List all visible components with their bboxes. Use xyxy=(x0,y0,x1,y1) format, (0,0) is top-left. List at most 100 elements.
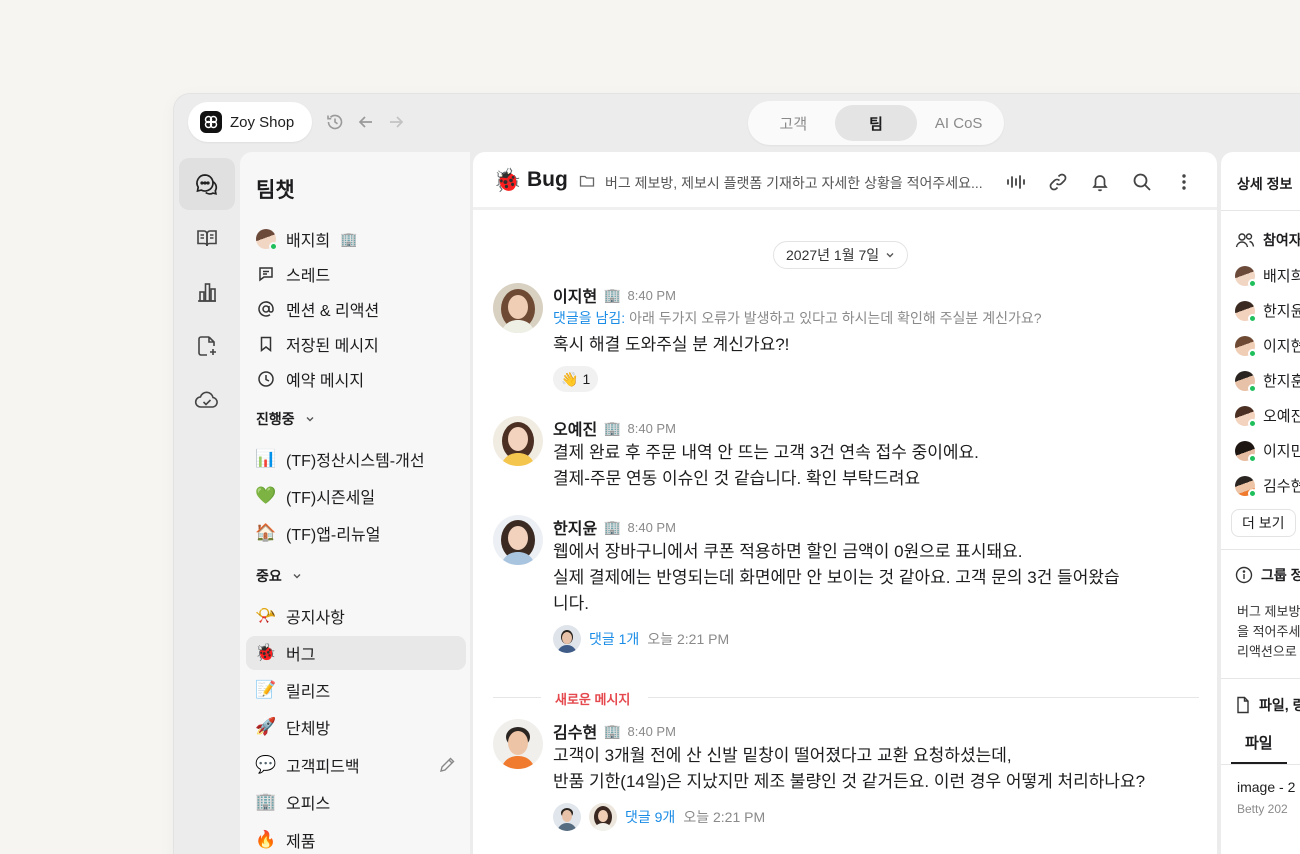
history-icon[interactable] xyxy=(325,112,345,132)
sidebar-title: 팀챗 xyxy=(256,179,295,202)
message[interactable]: 김수현 🏢 8:40 PM 고객이 3개월 전에 산 신발 밑창이 떨어졌다고 … xyxy=(493,719,1197,839)
file-name[interactable]: image - 2 xyxy=(1237,777,1295,797)
avatar[interactable] xyxy=(493,416,543,466)
message-text: 웹에서 장바구니에서 쿠폰 적용하면 할인 금액이 0원으로 표시돼요. xyxy=(553,542,1023,561)
message-text: 고객이 3개월 전에 산 신발 밑창이 떨어졌다고 교환 요청하셨는데, xyxy=(553,746,1012,765)
message[interactable]: 한지윤 🏢 8:40 PM 웹에서 장바구니에서 쿠폰 적용하면 할인 금액이 … xyxy=(493,515,1197,665)
sidebar-item-channel-bug[interactable]: 🐞 버그 xyxy=(246,636,466,670)
memo-icon: 📝 xyxy=(255,680,277,699)
avatar[interactable] xyxy=(493,515,543,565)
author-name[interactable]: 김수현 xyxy=(553,719,597,743)
sidebar-item-channel[interactable]: 📝 릴리즈 xyxy=(246,673,466,707)
avatar[interactable] xyxy=(493,283,543,333)
forward-arrow-icon[interactable] xyxy=(386,112,406,132)
message-text: 반품 기한(14일)은 지났지만 제조 불량인 것 같거든요. 이런 경우 어떻… xyxy=(553,772,1146,791)
participant-row[interactable]: 김수현 xyxy=(1235,475,1300,498)
rail-docs-button[interactable] xyxy=(179,212,235,264)
sidebar-item-channel[interactable]: 💬 고객피드백 xyxy=(246,748,466,782)
reply-context[interactable]: 댓글을 남김: 아래 두가지 오류가 발생하고 있다고 하시는데 확인해 주실분… xyxy=(553,307,1197,329)
sidebar-item-channel[interactable]: 🔥 제품 xyxy=(246,823,466,854)
sidebar-item-channel[interactable]: 🏢 오피스 xyxy=(246,785,466,819)
participant-row[interactable]: 이지민 xyxy=(1235,440,1300,463)
section-important[interactable]: 중요 xyxy=(256,566,302,586)
message[interactable]: 이지현 🏢 8:40 PM 댓글을 남김: 아래 두가지 오류가 발생하고 있다… xyxy=(493,283,1197,393)
sidebar-item-channel[interactable]: 📊 (TF)정산시스템-개선 xyxy=(246,442,466,476)
online-status-dot xyxy=(1248,278,1257,288)
chevron-down-icon xyxy=(886,253,894,258)
show-more-button[interactable]: 더 보기 xyxy=(1231,509,1296,537)
office-icon: 🏢 xyxy=(603,419,622,436)
author-name[interactable]: 이지현 xyxy=(553,283,597,307)
participant-row[interactable]: 오예진 xyxy=(1235,405,1300,428)
avatar xyxy=(1235,405,1257,428)
speech-bubble-icon: 💬 xyxy=(255,755,277,774)
rail-cloud-button[interactable] xyxy=(179,374,235,426)
divider xyxy=(1221,764,1300,765)
participant-name: 이지현 xyxy=(1263,338,1300,355)
sidebar-item-threads[interactable]: 스레드 xyxy=(246,257,466,291)
sidebar-item-channel[interactable]: 🚀 단체방 xyxy=(246,710,466,744)
avatar[interactable] xyxy=(493,719,543,769)
house-icon: 🏠 xyxy=(255,523,277,542)
tab-files[interactable]: 파일 xyxy=(1245,732,1273,753)
tab-customer[interactable]: 고객 xyxy=(752,105,835,141)
avatar xyxy=(1235,300,1257,323)
search-icon[interactable] xyxy=(1131,171,1153,193)
reply-count[interactable]: 댓글 9개 xyxy=(625,807,675,827)
group-description: 리액션으로 xyxy=(1237,644,1297,659)
sidebar-item-channel[interactable]: 📯 공지사항 xyxy=(246,599,466,633)
sidebar-item-saved[interactable]: 저장된 메시지 xyxy=(246,327,466,361)
reaction-chip[interactable]: 👋 1 xyxy=(553,366,599,392)
channel-description[interactable]: 버그 제보방, 제보시 플랫폼 기재하고 자세한 상황을 적어주세요... xyxy=(605,173,983,193)
sidebar-item-channel[interactable]: 💚 (TF)시즌세일 xyxy=(246,479,466,513)
clock-icon xyxy=(256,369,276,389)
sidebar-item-channel[interactable]: 🏠 (TF)앱-리뉴얼 xyxy=(246,516,466,550)
people-icon xyxy=(1235,233,1255,248)
author-name[interactable]: 오예진 xyxy=(553,416,597,440)
tab-ai-cos[interactable]: AI CoS xyxy=(917,105,1000,141)
rail-chat-button[interactable] xyxy=(179,158,235,210)
new-messages-divider: 새로운 메시지 xyxy=(493,687,1199,707)
author-name[interactable]: 한지윤 xyxy=(553,515,597,539)
audio-waveform-icon[interactable] xyxy=(1005,171,1027,193)
participant-name: 김수현 xyxy=(1263,478,1300,495)
tab-team[interactable]: 팀 xyxy=(834,105,918,141)
reply-count[interactable]: 댓글 1개 xyxy=(589,629,639,649)
detail-title: 상세 정보 xyxy=(1237,176,1293,192)
workspace-switcher[interactable]: Zoy Shop xyxy=(188,102,312,142)
sidebar-item-scheduled[interactable]: 예약 메시지 xyxy=(246,362,466,396)
rail-files-button[interactable] xyxy=(179,320,235,372)
back-arrow-icon[interactable] xyxy=(356,112,376,132)
section-in-progress[interactable]: 진행중 xyxy=(256,409,315,429)
sidebar-item-mentions[interactable]: 멘션 & 리액션 xyxy=(246,292,466,326)
avatar xyxy=(589,803,617,831)
participants-header[interactable]: 참여자 xyxy=(1235,230,1300,250)
message[interactable]: 오예진 🏢 8:40 PM 결제 완료 후 주문 내역 안 뜨는 고객 3건 연… xyxy=(493,416,1197,496)
participant-row[interactable]: 이지현 xyxy=(1235,335,1300,358)
online-status-dot xyxy=(1248,453,1257,463)
group-info-header[interactable]: 그룹 정보 xyxy=(1235,565,1300,585)
thread-summary[interactable]: 댓글 1개 오늘 2:21 PM xyxy=(553,625,1197,653)
avatar xyxy=(553,625,581,653)
bell-icon[interactable] xyxy=(1089,171,1111,193)
chat-panel: 🐞 Bug 버그 제보방, 제보시 플랫폼 기재하고 자세한 상황을 적어주세요… xyxy=(473,152,1217,854)
chevron-down-icon xyxy=(306,417,314,422)
link-icon[interactable] xyxy=(1047,171,1069,193)
bug-icon: 🐞 xyxy=(255,643,277,662)
thread-summary[interactable]: 댓글 9개 오늘 2:21 PM xyxy=(553,803,1197,831)
sidebar-item-profile[interactable]: 배지희 🏢 xyxy=(246,222,466,256)
profile-name: 배지희 xyxy=(286,233,331,250)
more-vertical-icon[interactable] xyxy=(1173,171,1195,193)
participant-row[interactable]: 한지훈 xyxy=(1235,370,1300,393)
date-divider[interactable]: 2027년 1월 7일 xyxy=(773,241,909,269)
message-text: 결제-주문 연동 이슈인 것 같습니다. 확인 부탁드려요 xyxy=(553,469,921,488)
edit-pencil-icon[interactable] xyxy=(438,756,456,779)
participant-row[interactable]: 한지윤 xyxy=(1235,300,1300,323)
rail-stats-button[interactable] xyxy=(179,266,235,318)
message-text: 혹시 해결 도와주실 분 계신가요?! xyxy=(553,335,790,354)
chat-header: 🐞 Bug 버그 제보방, 제보시 플랫폼 기재하고 자세한 상황을 적어주세요… xyxy=(473,152,1217,210)
folder-icon[interactable] xyxy=(579,174,595,193)
participant-row[interactable]: 배지희 xyxy=(1235,265,1300,288)
files-header[interactable]: 파일, 링크 xyxy=(1235,695,1300,715)
avatar xyxy=(1235,440,1257,463)
